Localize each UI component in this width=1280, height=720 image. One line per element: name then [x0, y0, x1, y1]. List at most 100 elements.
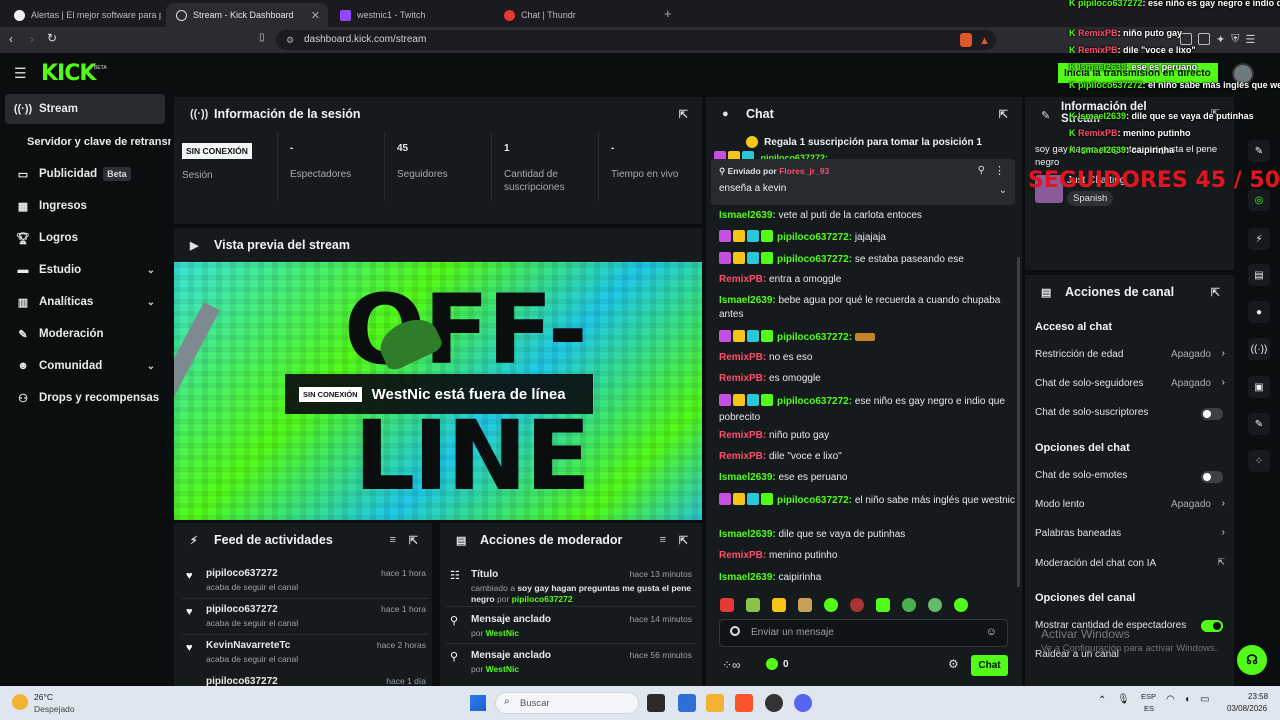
sidebar-item-stream[interactable]: ((·)) Stream	[5, 94, 165, 124]
chat-icon[interactable]: ●	[1248, 301, 1270, 323]
sidebar-item-community[interactable]: ☻ Comunidad ⌄	[5, 351, 165, 381]
taskbar-search[interactable]: ⌕ Buscar	[495, 692, 639, 714]
clock-time[interactable]: 23:58	[1248, 692, 1268, 701]
emote-icon[interactable]	[876, 598, 890, 612]
emoji-icon[interactable]: ☺	[986, 626, 997, 638]
setting-followers-only[interactable]: Chat de solo-seguidores Apagado ›	[1035, 377, 1225, 392]
leo-icon[interactable]: ✦	[1216, 33, 1225, 46]
unpin-icon[interactable]: ⚲	[978, 165, 985, 176]
volume-icon[interactable]: ◖	[1184, 694, 1190, 705]
overlay-chat-line: K pipiloco637272: ese niño es gay negro …	[1069, 0, 1280, 8]
pinned-message[interactable]: ⚲ Enviado por Flores_jr_93 enseña a kevi…	[711, 159, 1015, 205]
browser-tab[interactable]: Chat | Thundr	[494, 3, 656, 27]
bookmark-icon[interactable]: ▯	[259, 32, 265, 43]
wallet-icon[interactable]	[1198, 33, 1210, 45]
chat-input[interactable]: Enviar un mensaje ☺	[719, 619, 1008, 647]
filter-icon[interactable]: ≡	[660, 534, 666, 546]
forward-icon[interactable]: ›	[30, 32, 34, 46]
hamburger-menu-icon[interactable]: ☰	[14, 65, 27, 82]
discord-icon[interactable]	[794, 694, 812, 712]
reload-icon[interactable]: ↻	[47, 31, 57, 45]
points-icon[interactable]	[766, 658, 778, 670]
popout-icon[interactable]: ⇱	[409, 534, 418, 547]
setting-emote-only: Chat de solo-emotes	[1035, 470, 1128, 481]
emote-icon[interactable]	[720, 598, 734, 612]
chevron-up-icon[interactable]: ⌃	[1098, 695, 1106, 706]
emote-icon[interactable]	[824, 598, 838, 612]
filter-icon[interactable]: ≡	[390, 534, 396, 546]
gift-sub-banner[interactable]: Regala 1 suscripción para tomar la posic…	[706, 132, 1022, 152]
windows-watermark-title: Activar Windows	[1041, 627, 1130, 641]
popout-icon[interactable]: ⇱	[679, 534, 688, 547]
sidebar-item-achievements[interactable]: 🏆︎ Logros	[5, 223, 165, 253]
weather-icon[interactable]	[12, 694, 28, 710]
rewards-icon[interactable]: ▲	[979, 31, 990, 51]
obs-icon[interactable]	[765, 694, 783, 712]
sidebar-item-analytics[interactable]: ▥ Analíticas ⌄	[5, 287, 165, 317]
emote-only-toggle[interactable]	[1201, 471, 1223, 483]
wifi-icon[interactable]: ◠	[1166, 694, 1175, 705]
setting-banned-words[interactable]: Palabras baneadas ›	[1035, 527, 1225, 542]
broadcast-icon[interactable]: ((·))	[1248, 338, 1270, 360]
sidebar-item-moderation[interactable]: ✎ Moderación	[5, 319, 165, 349]
help-button[interactable]: ☊	[1237, 645, 1267, 675]
community-icon[interactable]: ⁘∞	[722, 658, 741, 672]
windows-watermark-text: Ve a Configuración para activar Windows.	[1041, 643, 1218, 654]
chat-scrollbar[interactable]	[1017, 257, 1020, 587]
send-chat-button[interactable]: Chat	[971, 655, 1008, 676]
chevron-down-icon[interactable]: ⌄	[999, 185, 1007, 196]
subscribers-only-toggle[interactable]	[1201, 408, 1223, 420]
emote-icon[interactable]	[954, 598, 968, 612]
browser-tab[interactable]: westnic1 - Twitch	[330, 3, 490, 27]
popout-icon[interactable]: ⇱	[679, 108, 688, 121]
vpn-icon[interactable]: ⛨	[1231, 33, 1239, 46]
kick-logo[interactable]: KICK	[41, 61, 96, 86]
emote-icon[interactable]	[772, 598, 786, 612]
emote-icon[interactable]	[902, 598, 916, 612]
explorer-icon[interactable]	[678, 694, 696, 712]
reply-icon[interactable]	[730, 626, 740, 636]
sidebar-item-revenue[interactable]: ▦ Ingresos	[5, 191, 165, 221]
battery-icon[interactable]: ▭	[1200, 694, 1209, 705]
brave-shield-icon[interactable]	[960, 33, 972, 47]
wrench-icon[interactable]: ✎	[1248, 413, 1270, 435]
emote-icon[interactable]	[928, 598, 942, 612]
language-indicator[interactable]: ESP	[1141, 692, 1156, 701]
sidebar-item-drops[interactable]: ⚇ Drops y recompensas	[5, 383, 165, 413]
task-view-icon[interactable]	[647, 694, 665, 712]
popout-icon[interactable]: ⇱	[1211, 286, 1220, 299]
server-icon[interactable]: ▣	[1248, 376, 1270, 398]
document-icon[interactable]: ▤	[1248, 264, 1270, 286]
popout-icon[interactable]: ⇱	[999, 108, 1008, 121]
emote-icon[interactable]	[798, 598, 812, 612]
menu-icon[interactable]: ☰	[1245, 33, 1255, 46]
edit-icon[interactable]: ✎	[1248, 140, 1270, 162]
sidebar-item-ads[interactable]: ▭ Publicidad Beta	[5, 159, 165, 189]
lightning-icon[interactable]: ⚡︎	[1248, 228, 1270, 250]
browser-tab[interactable]: Alertas | El mejor software para pote	[4, 3, 164, 27]
community-icon[interactable]: ⁘	[1248, 450, 1270, 472]
offline-image: OFF- LINE SIN CONEXIÓN WestNic está fuer…	[174, 262, 702, 520]
close-tab-icon[interactable]: ✕	[311, 9, 320, 22]
windows-start-icon[interactable]	[470, 695, 486, 711]
new-tab-button[interactable]: +	[664, 6, 672, 21]
twitch-favicon-icon	[340, 9, 351, 21]
folder-icon[interactable]	[706, 694, 724, 712]
brave-icon[interactable]	[735, 694, 753, 712]
sidebar-item-studio[interactable]: ▬ Estudio ⌄	[5, 255, 165, 285]
more-options-icon[interactable]: ⋮	[994, 164, 1005, 177]
mic-icon[interactable]: 🎙︎	[1117, 694, 1130, 705]
setting-slow-mode[interactable]: Modo lento Apagado ›	[1035, 498, 1225, 513]
setting-ai-moderation[interactable]: Moderación del chat con IA ⇱	[1035, 557, 1225, 572]
emote-icon[interactable]	[746, 598, 760, 612]
gear-icon[interactable]: ⚙	[948, 657, 959, 671]
mod-action-item: ⚲ Mensaje anclado por WestNic hace 56 mi…	[450, 650, 692, 674]
address-bar[interactable]: ⚙ dashboard.kick.com/stream ▲	[276, 30, 996, 50]
emote-icon[interactable]	[850, 598, 864, 612]
sidebar-item-server-key[interactable]: Servidor y clave de retransmisión	[5, 127, 171, 157]
setting-age-restriction[interactable]: Restricción de edad Apagado ›	[1035, 348, 1225, 363]
back-icon[interactable]: ‹	[9, 32, 13, 46]
browser-tab-active[interactable]: Stream - Kick Dashboard ✕	[166, 3, 328, 27]
site-info-icon[interactable]: ⚙	[286, 30, 294, 50]
viewer-count-toggle[interactable]	[1201, 620, 1223, 632]
